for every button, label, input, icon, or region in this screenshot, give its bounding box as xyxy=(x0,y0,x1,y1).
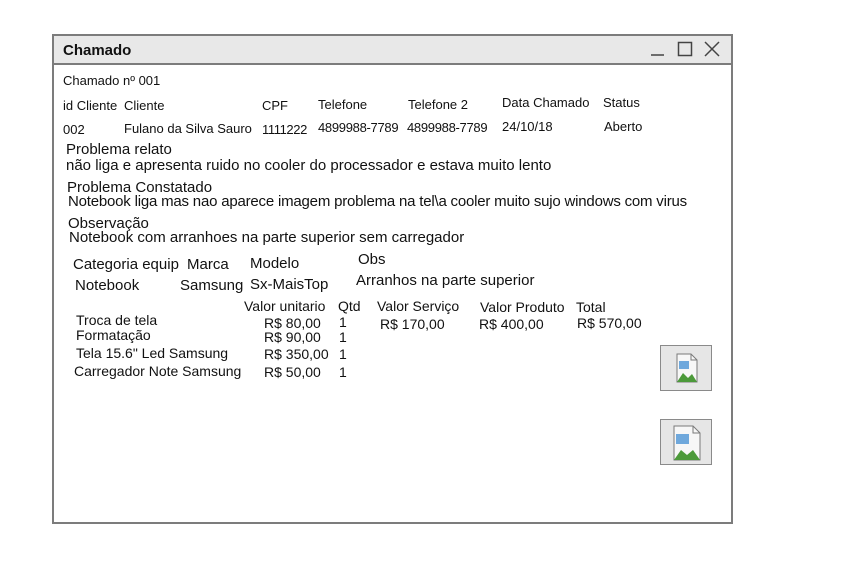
header-cliente: Cliente xyxy=(124,98,165,113)
value-modelo: Sx-MaisTop xyxy=(250,276,329,293)
close-icon[interactable] xyxy=(703,40,721,58)
value-cpf: 1111222 xyxy=(262,122,307,137)
problem-report-text: não liga e apresenta ruido no cooler do … xyxy=(66,157,552,174)
header-telefone-2: Telefone 2 xyxy=(408,97,468,112)
value-categoria-equip: Notebook xyxy=(75,277,140,294)
header-valor-servico: Valor Serviço xyxy=(377,298,460,314)
value-telefone: 4899988-7789 xyxy=(318,120,399,135)
broken-image-icon xyxy=(676,353,698,383)
header-cpf: CPF xyxy=(262,98,288,113)
observation-text: Notebook com arranhoes na parte superior… xyxy=(69,229,465,246)
item-unit-price: R$ 80,00 xyxy=(264,315,321,331)
ticket-number: Chamado nº 001 xyxy=(63,73,161,88)
minimize-icon[interactable] xyxy=(649,40,667,58)
value-marca: Samsung xyxy=(180,277,244,294)
item-name: Carregador Note Samsung xyxy=(74,363,242,379)
header-status: Status xyxy=(603,95,640,110)
image-button-1[interactable] xyxy=(660,345,712,391)
header-valor-unitario: Valor unitario xyxy=(244,298,326,314)
maximize-icon[interactable] xyxy=(676,40,694,58)
item-qty: 1 xyxy=(339,364,347,380)
header-valor-produto: Valor Produto xyxy=(480,299,565,315)
item-name: Troca de tela xyxy=(76,312,158,328)
header-modelo: Modelo xyxy=(250,255,300,272)
value-telefone-2: 4899988-7789 xyxy=(407,120,488,135)
problem-report-label: Problema relato xyxy=(66,141,172,158)
value-data-chamado: 24/10/18 xyxy=(502,119,553,134)
window-title: Chamado xyxy=(63,42,132,59)
item-name: Tela 15.6" Led Samsung xyxy=(76,345,229,361)
broken-image-icon xyxy=(673,425,701,461)
header-obs: Obs xyxy=(358,251,386,268)
value-status: Aberto xyxy=(604,119,643,134)
header-categoria-equip: Categoria equip xyxy=(73,256,179,273)
header-telefone: Telefone xyxy=(318,97,368,112)
total-product-value: R$ 400,00 xyxy=(479,316,544,332)
header-data-chamado: Data Chamado xyxy=(502,95,590,110)
value-cliente: Fulano da Silva Sauro xyxy=(124,121,252,136)
problem-found-text: Notebook liga mas nao aparece imagem pro… xyxy=(68,193,687,210)
item-qty: 1 xyxy=(339,329,347,345)
total-service-value: R$ 170,00 xyxy=(380,316,445,332)
header-id-cliente: id Cliente xyxy=(63,98,118,113)
total-value: R$ 570,00 xyxy=(577,315,642,331)
header-total: Total xyxy=(576,299,606,315)
item-qty: 1 xyxy=(339,346,347,362)
item-name: Formatação xyxy=(76,327,151,343)
value-id-cliente: 002 xyxy=(63,122,85,137)
item-qty: 1 xyxy=(339,314,347,330)
header-marca: Marca xyxy=(187,256,229,273)
chamado-window: Chamado Chamado nº 001 id Cliente Client… xyxy=(52,34,733,524)
value-obs: Arranhos na parte superior xyxy=(356,272,535,289)
title-bar: Chamado xyxy=(54,36,731,65)
header-qtd: Qtd xyxy=(338,298,361,314)
item-unit-price: R$ 90,00 xyxy=(264,329,321,345)
item-unit-price: R$ 50,00 xyxy=(264,364,321,380)
image-button-2[interactable] xyxy=(660,419,712,465)
item-unit-price: R$ 350,00 xyxy=(264,346,329,362)
